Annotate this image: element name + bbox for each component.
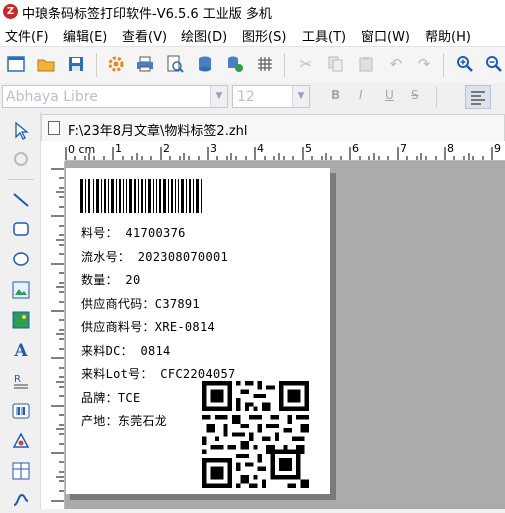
database-icon[interactable] (194, 53, 216, 75)
app-logo-icon: Z (3, 4, 18, 19)
redo-icon[interactable]: ↷ (413, 53, 435, 75)
label-page[interactable]: 料号： 41700376 流水号： 202308070001 数量： 20 供应… (66, 168, 330, 494)
table-tool-icon[interactable] (10, 460, 32, 482)
zoom-out-icon[interactable] (483, 53, 505, 75)
menu-help[interactable]: 帮助(H) (425, 26, 471, 45)
print-preview-icon[interactable] (164, 53, 186, 75)
undo-icon[interactable]: ↶ (385, 53, 407, 75)
font-family-value: Abhaya Libre (6, 89, 98, 105)
bold-button[interactable]: B (331, 88, 340, 102)
ruler-tick-label: 9 (494, 142, 501, 155)
print-icon[interactable] (134, 53, 156, 75)
new-document-icon[interactable] (5, 53, 27, 75)
ruler-tick-label: 7 (400, 142, 407, 155)
strikethrough-button[interactable]: S (411, 88, 419, 102)
barcode-tool-icon[interactable] (10, 400, 32, 422)
field-origin[interactable]: 产地：东莞石龙 (81, 412, 167, 429)
ruler-tick-label: 2 (163, 142, 170, 155)
menu-tools[interactable]: 工具(T) (302, 26, 346, 45)
toolbar-separator (96, 53, 97, 77)
document-path: F:\23年8月文章\物料标签2.zhl (68, 124, 248, 139)
shape-tool-icon[interactable] (10, 430, 32, 452)
ruler-tick-label: 5 (305, 142, 312, 155)
svg-text:R: R (14, 374, 21, 385)
ruler-tick-label: 8 (447, 142, 454, 155)
window-title: 中琅条码标签打印软件-V6.5.6 工业版 多机 (22, 7, 272, 22)
rectangle-tool-icon[interactable] (10, 218, 32, 240)
menu-window[interactable]: 窗口(W) (361, 26, 410, 45)
database-settings-icon[interactable] (224, 53, 246, 75)
zoom-in-icon[interactable] (454, 53, 476, 75)
ruler-tick-label: 3 (210, 142, 217, 155)
ruler-corner (41, 141, 65, 161)
italic-button[interactable]: I (359, 88, 363, 102)
rich-text-tool-icon[interactable]: R (10, 370, 32, 392)
rotate-icon[interactable] (10, 148, 32, 170)
open-folder-icon[interactable] (35, 53, 57, 75)
align-left-button[interactable] (465, 85, 491, 109)
field-supplier-part[interactable]: 供应商料号：XRE-0814 (81, 318, 215, 335)
field-serial-number[interactable]: 流水号： 202308070001 (81, 248, 228, 265)
paste-icon[interactable] (355, 53, 377, 75)
vertical-ruler (41, 161, 65, 509)
barcode[interactable] (80, 179, 204, 213)
menu-draw[interactable]: 绘图(D) (181, 26, 227, 45)
qr-code[interactable] (202, 381, 309, 488)
palette-separator (8, 179, 34, 180)
horizontal-ruler: 0 cm 1 2 3 4 5 6 7 8 9 (65, 141, 505, 161)
toolbar-separator (443, 53, 444, 77)
line-tool-icon[interactable] (10, 189, 32, 211)
document-tab[interactable]: F:\23年8月文章\物料标签2.zhl (41, 114, 505, 141)
main-toolbar: ✂ ↶ ↷ (0, 46, 505, 84)
tool-palette: A R (0, 112, 41, 509)
menu-bar: 文件(F) 编辑(E) 查看(V) 绘图(D) 图形(S) 工具(T) 窗口(W… (0, 24, 505, 46)
select-arrow-icon[interactable] (10, 120, 32, 142)
field-quantity[interactable]: 数量： 20 (81, 271, 140, 288)
menu-shape[interactable]: 图形(S) (242, 26, 286, 45)
picture-tool-icon[interactable] (10, 309, 32, 331)
menu-edit[interactable]: 编辑(E) (63, 26, 107, 45)
field-supplier-code[interactable]: 供应商代码：C37891 (81, 295, 200, 312)
font-size-select[interactable]: 12 ▼ (232, 85, 310, 108)
text-tool-icon[interactable]: A (10, 340, 32, 362)
settings-gear-icon[interactable] (105, 53, 127, 75)
document-icon (48, 121, 60, 135)
field-part-number[interactable]: 料号： 41700376 (81, 224, 186, 241)
ruler-unit-label: 0 cm (68, 143, 96, 156)
chevron-down-icon[interactable]: ▼ (210, 86, 227, 107)
ruler-tick-label: 4 (257, 142, 264, 155)
underline-button[interactable]: U (385, 88, 394, 102)
field-brand[interactable]: 品牌：TCE (81, 389, 140, 406)
toolbar-separator (436, 86, 437, 108)
cut-icon[interactable]: ✂ (295, 53, 317, 75)
copy-icon[interactable] (325, 53, 347, 75)
curve-tool-icon[interactable] (10, 489, 32, 511)
image-tool-icon[interactable] (10, 279, 32, 301)
save-icon[interactable] (65, 53, 87, 75)
font-family-select[interactable]: Abhaya Libre ▼ (2, 85, 228, 108)
format-toolbar: Abhaya Libre ▼ 12 ▼ B I U S (0, 83, 505, 112)
chevron-down-icon[interactable]: ▼ (292, 86, 309, 107)
ellipse-tool-icon[interactable] (10, 248, 32, 270)
grid-icon[interactable] (254, 53, 276, 75)
font-size-value: 12 (237, 89, 255, 105)
toolbar-separator (284, 53, 285, 77)
ruler-tick-label: 1 (115, 142, 122, 155)
field-incoming-dc[interactable]: 来料DC： 0814 (81, 342, 171, 359)
field-incoming-lot[interactable]: 来料Lot号： CFC2204057 (81, 365, 236, 382)
menu-file[interactable]: 文件(F) (5, 26, 49, 45)
menu-view[interactable]: 查看(V) (122, 26, 167, 45)
title-bar: Z 中琅条码标签打印软件-V6.5.6 工业版 多机 (0, 0, 505, 24)
ruler-tick-label: 6 (352, 142, 359, 155)
